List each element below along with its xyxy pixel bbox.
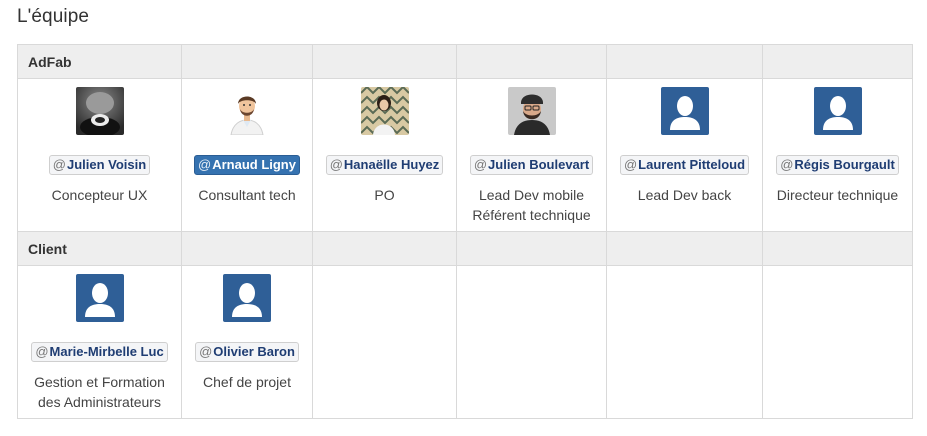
avatar[interactable] xyxy=(507,87,556,135)
user-mention-link[interactable]: @Arnaud Ligny xyxy=(194,155,300,175)
user-mention-link[interactable]: @Laurent Pitteloud xyxy=(619,155,750,175)
user-mention-link[interactable]: @Julien Voisin xyxy=(48,155,151,175)
user-mention-link[interactable]: @Julien Boulevart xyxy=(469,155,594,175)
avatar[interactable] xyxy=(75,87,124,135)
default-avatar-icon[interactable] xyxy=(813,87,862,135)
member-role: Lead Dev back xyxy=(637,187,732,203)
empty-cell xyxy=(762,265,913,419)
empty-cell xyxy=(312,265,457,419)
member-cell: @Laurent Pitteloud Lead Dev back xyxy=(606,78,763,232)
group-label: Client xyxy=(17,231,182,266)
user-mention-link[interactable]: @Olivier Baron xyxy=(195,342,299,362)
member-role: PO xyxy=(374,187,395,203)
member-role: Chef de projet xyxy=(203,374,291,390)
empty-cell xyxy=(606,265,763,419)
member-role: Lead Dev mobile Référent technique xyxy=(472,187,591,223)
default-avatar-icon[interactable] xyxy=(223,274,271,322)
member-cell: @Régis Bourgault Directeur technique xyxy=(762,78,913,232)
avatar[interactable] xyxy=(360,87,409,135)
user-mention-link[interactable]: @Régis Bourgault xyxy=(776,155,899,175)
user-mention-link[interactable]: @Hanaëlle Huyez xyxy=(325,155,444,175)
empty-cell xyxy=(456,265,607,419)
member-role: Concepteur UX xyxy=(51,187,148,203)
user-mention-link[interactable]: @Marie-Mirbelle Luc xyxy=(31,342,168,362)
group-label: AdFab xyxy=(17,44,182,79)
member-cell: @Olivier Baron Chef de projet xyxy=(181,265,313,419)
member-role: Consultant tech xyxy=(198,187,296,203)
page-title: L'équipe xyxy=(17,6,90,27)
members-row: @Julien Voisin Concepteur UX @Arnaud Lig… xyxy=(17,78,913,232)
avatar[interactable] xyxy=(223,87,271,135)
member-role: Gestion et Formation des Administrateurs xyxy=(34,374,165,410)
member-cell: @Julien Voisin Concepteur UX xyxy=(17,78,182,232)
default-avatar-icon[interactable] xyxy=(75,274,124,322)
team-table: AdFab @Julien Voisin Concepteur UX @Arna… xyxy=(17,44,913,419)
member-role: Directeur technique xyxy=(776,187,899,203)
member-cell: @Arnaud Ligny Consultant tech xyxy=(181,78,313,232)
member-cell: @Hanaëlle Huyez PO xyxy=(312,78,457,232)
group-header-row: Client xyxy=(17,231,913,266)
member-cell: @Julien Boulevart Lead Dev mobile Référe… xyxy=(456,78,607,232)
default-avatar-icon[interactable] xyxy=(660,87,709,135)
group-header-row: AdFab xyxy=(17,44,913,79)
members-row: @Marie-Mirbelle Luc Gestion et Formation… xyxy=(17,265,913,419)
member-cell: @Marie-Mirbelle Luc Gestion et Formation… xyxy=(17,265,182,419)
